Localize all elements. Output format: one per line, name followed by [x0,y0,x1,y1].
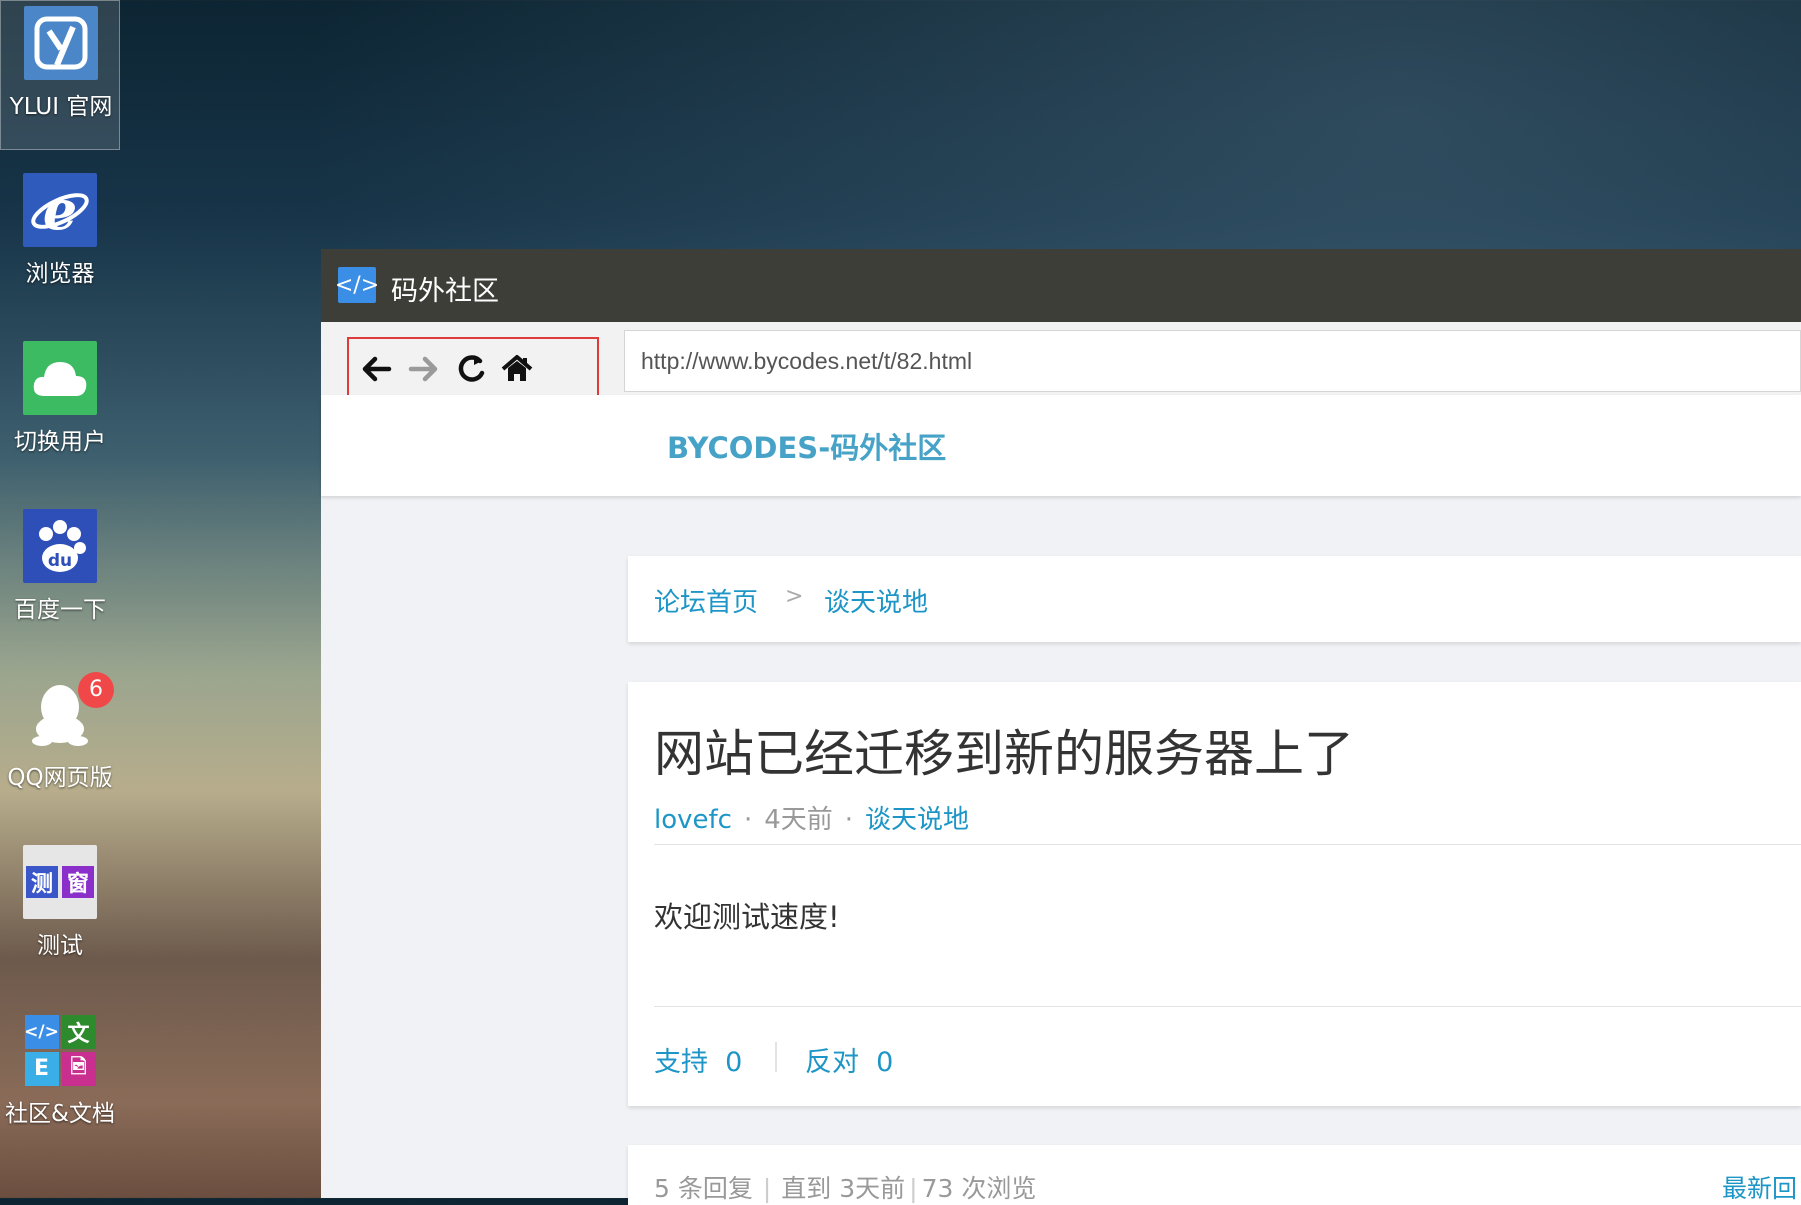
topic-meta: lovefc · 4天前 · 谈天说地 [654,805,970,835]
site-logo[interactable]: BYCODES-码外社区 [667,425,946,467]
post-time: 4天前 [764,805,833,835]
desktop-icon-label: YLUI 官网 [9,94,113,120]
author-link[interactable]: lovefc [654,805,732,835]
browser-window: </> 码外社区 http://www.bycodes.net/t/82.htm… [321,249,1801,1205]
image-tile: 🖻 [61,1051,96,1086]
forward-arrow-icon [408,356,438,382]
ie-browser-icon: e [23,173,97,247]
window-title: 码外社区 [391,276,499,307]
desktop-icon-qq[interactable]: 6 QQ网页版 [0,672,120,822]
test-window-icon: 测 窗 [23,845,97,919]
topic-body: 欢迎测试速度! [654,900,840,934]
back-button[interactable] [359,351,395,387]
reply-count: 5 条回复 [654,1174,753,1203]
oppose-button[interactable]: 反对 0 [805,1040,893,1079]
baidu-paw-icon: du [23,509,97,583]
vote-separator [775,1042,777,1072]
desktop-icon-browser[interactable]: e 浏览器 [0,168,120,318]
code-icon: </> [335,267,379,303]
site-header: BYCODES-码外社区 [321,395,1801,496]
desktop-icon-test[interactable]: 测 窗 测试 [0,840,120,990]
last-reply-time: 直到 3天前 [781,1174,906,1203]
desktop-icon-label: 百度一下 [14,597,106,623]
tile-text: 窗 [62,866,94,898]
notification-badge: 6 [78,672,114,708]
desktop-icon-label: 切换用户 [14,429,106,455]
address-bar[interactable]: http://www.bycodes.net/t/82.html [624,330,1801,392]
window-titlebar[interactable]: </> 码外社区 [321,249,1801,322]
reply-stats-bar: 5 条回复 | 直到 3天前 | 73 次浏览 最新回 [628,1145,1801,1205]
ylui-logo-icon [24,6,98,80]
refresh-icon [458,355,485,382]
browser-toolbar: http://www.bycodes.net/t/82.html [321,322,1801,402]
topic-title: 网站已经迁移到新的服务器上了 [654,725,1354,783]
back-arrow-icon [362,356,392,382]
support-count: 0 [725,1047,743,1078]
desktop-icon-ylui[interactable]: YLUI 官网 [0,0,120,150]
topic-card: 网站已经迁移到新的服务器上了 lovefc · 4天前 · 谈天说地 欢迎测试速度! 支… [628,682,1801,1106]
desktop-icon-community-docs[interactable]: </> 文 E 🖻 社区&文档 [0,1008,120,1158]
e-tile: E [24,1051,59,1086]
breadcrumb-section-link[interactable]: 谈天说地 [824,582,928,619]
support-button[interactable]: 支持 0 [654,1040,742,1079]
desktop-icon-label: 社区&文档 [5,1101,115,1127]
divider [654,1006,1801,1007]
desktop-icon-label: QQ网页版 [7,765,113,791]
refresh-button[interactable] [453,351,489,387]
svg-text:du: du [48,551,72,571]
category-link[interactable]: 谈天说地 [865,805,969,835]
nav-buttons-highlight [347,337,599,402]
latest-reply-link[interactable]: 最新回 [1722,1169,1801,1205]
divider [654,844,1801,845]
breadcrumb: 论坛首页 > 谈天说地 [628,556,1801,642]
desktop-icon-baidu[interactable]: du 百度一下 [0,504,120,654]
desktop-icon-switch-user[interactable]: 切换用户 [0,336,120,486]
home-button[interactable] [499,351,535,387]
cloud-icon [23,341,97,415]
breadcrumb-home-link[interactable]: 论坛首页 [654,582,758,619]
reply-stats: 5 条回复 | 直到 3天前 | 73 次浏览 [654,1174,1037,1203]
tile-text: 测 [26,866,58,898]
support-label: 支持 [654,1047,708,1078]
home-icon [501,355,533,381]
svg-text:e: e [43,179,77,241]
community-docs-icon: </> 文 E 🖻 [23,1013,97,1087]
breadcrumb-separator: > [785,584,804,609]
view-count: 73 次浏览 [921,1174,1037,1203]
oppose-count: 0 [876,1047,894,1078]
forward-button[interactable] [405,351,441,387]
oppose-label: 反对 [805,1047,859,1078]
desktop-icon-label: 浏览器 [25,261,95,287]
text-tile: 文 [61,1014,96,1049]
code-tile: </> [24,1014,59,1049]
desktop-icon-label: 测试 [37,933,83,959]
